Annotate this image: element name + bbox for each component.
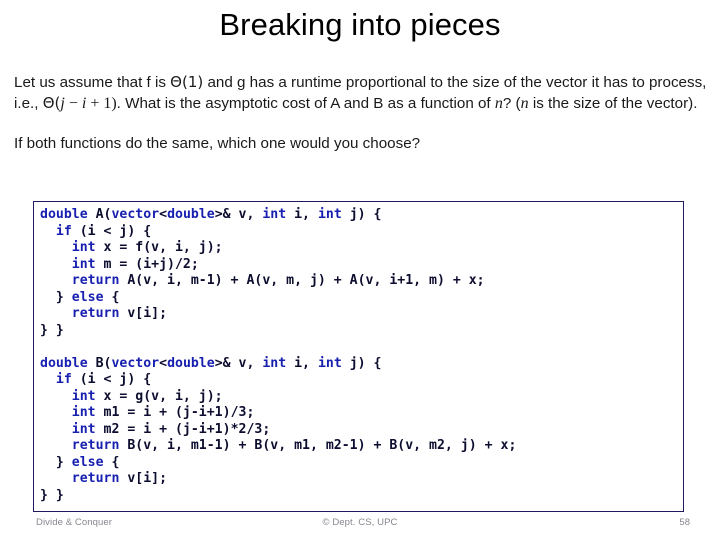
paragraph1-seg4: ? ( (502, 95, 521, 112)
code-token: m = (i+j)/2; (95, 256, 199, 272)
paragraph1-math-n-2: n (520, 95, 529, 112)
code-token: int (317, 355, 342, 371)
code-token: if (55, 372, 72, 387)
code-token: (i < j) { (71, 372, 152, 387)
code-token: int (71, 388, 96, 404)
code-token: { (103, 289, 120, 305)
code-token: A(v, i, m-1) + A(v, m, j) + A(v, i+1, m)… (119, 273, 485, 288)
paragraph1-math-plus: + (86, 95, 104, 112)
code-token: i, (286, 355, 318, 371)
code-token: return (71, 471, 120, 486)
code-token: vector (111, 207, 160, 222)
code-token: return (71, 438, 120, 453)
code-token: int (71, 240, 96, 255)
code-token: j) { (341, 207, 382, 222)
code-token: j) { (341, 355, 382, 371)
code-token: (i < j) { (71, 223, 152, 239)
code-token: >& v, (214, 207, 263, 222)
code-token: int (317, 207, 342, 222)
code-token: { (103, 454, 120, 470)
code-token: } } (40, 322, 64, 338)
paragraph-problem-statement: Let us assume that f is Θ(1) and g has a… (14, 72, 714, 114)
code-token: else (71, 289, 104, 305)
code-token: int (262, 207, 287, 222)
code-token: B(v, i, m1-1) + B(v, m1, m2-1) + B(v, m2… (119, 438, 517, 453)
code-block-function-a: double A(vector<double>& v, int i, int j… (40, 207, 683, 339)
code-token: < (159, 355, 168, 371)
code-token: i, (286, 207, 318, 222)
paragraph1-math-n-1: n (494, 95, 503, 112)
code-token: vector (111, 355, 160, 371)
code-token: int (262, 355, 287, 371)
code-token: m2 = i + (j-i+1)*2/3; (95, 421, 271, 437)
code-token: double (40, 207, 96, 222)
code-token: A( (95, 207, 112, 222)
paragraph1-math-minus: − (64, 95, 82, 112)
footer-page-number: 58 (679, 517, 690, 528)
code-listing-box: double A(vector<double>& v, int i, int j… (33, 201, 684, 512)
code-token: double (167, 355, 215, 371)
code-token: int (71, 405, 96, 420)
code-token: } } (40, 487, 64, 503)
code-token: double (167, 207, 215, 222)
code-token: } (40, 454, 72, 470)
code-token: if (55, 223, 72, 239)
footer-copyright: © Dept. CS, UPC (322, 517, 398, 528)
code-token: int (71, 421, 96, 437)
code-token: double (40, 355, 96, 371)
body-text-block: Let us assume that f is Θ(1) and g has a… (14, 72, 714, 154)
code-token: x = g(v, i, j); (95, 388, 223, 404)
code-token: B( (95, 355, 112, 371)
code-token: return (71, 273, 120, 288)
page-title: Breaking into pieces (219, 7, 501, 42)
code-block-function-b: double B(vector<double>& v, int i, int j… (40, 356, 683, 505)
code-token: return (71, 306, 120, 321)
code-token: >& v, (214, 355, 263, 371)
code-token: m1 = i + (j-i+1)/3; (95, 405, 255, 420)
paragraph-question: If both functions do the same, which one… (14, 135, 421, 152)
paragraph1-seg3: . What is the asymptotic cost of A and B… (116, 95, 495, 112)
code-token: } (40, 289, 72, 305)
code-token: v[i]; (119, 306, 168, 321)
paragraph1-math-one: 1) (103, 95, 117, 112)
code-token: x = f(v, i, j); (95, 240, 223, 255)
paragraph1-theta-open: Θ( (42, 94, 61, 112)
code-token: int (71, 256, 96, 272)
paragraph1-theta-one: Θ(1) (170, 73, 204, 91)
code-token: < (159, 207, 168, 222)
code-token: v[i]; (119, 471, 168, 486)
code-block-separator (40, 339, 683, 356)
paragraph1-seg1: Let us assume that f is (14, 74, 171, 91)
code-token: else (71, 454, 104, 470)
slide-footer: Divide & Conquer © Dept. CS, UPC 58 (0, 515, 720, 537)
paragraph1-seg5: is the size of the vector). (528, 95, 698, 112)
